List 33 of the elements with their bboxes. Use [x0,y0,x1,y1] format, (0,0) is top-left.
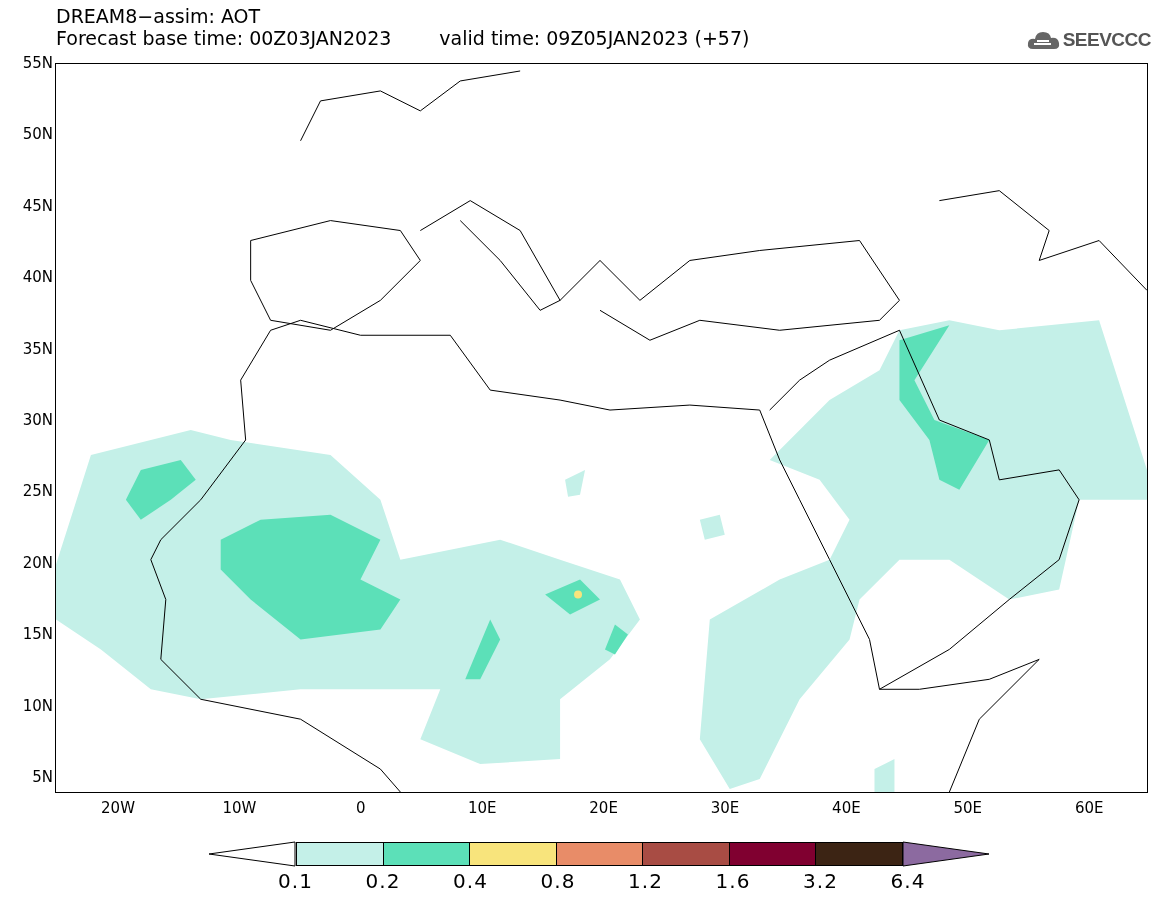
legend-label: 1.2 [627,869,664,893]
latitude-label: 45N [22,196,53,215]
longitude-label: 20E [589,799,618,817]
longitude-label: 40E [832,799,861,817]
latitude-label: 5N [32,767,53,786]
legend-label: 3.2 [802,869,839,893]
longitude-label: 0 [356,799,366,817]
longitude-label: 20W [101,799,135,817]
valid-time: valid time: 09Z05JAN2023 (+57) [439,27,750,49]
legend-label: 0.4 [452,869,489,893]
latitude-label: 30N [22,410,53,429]
legend-label: 1.6 [714,869,752,893]
latitude-label: 40N [22,268,53,287]
latitude-label: 15N [22,625,53,644]
forecast-base-time: Forecast base time: 00Z03JAN2023 [56,27,392,49]
latitude-label: 50N [22,125,53,144]
cloud-icon [1026,29,1061,51]
latitude-label: 35N [22,339,53,358]
latitude-label: 20N [22,553,53,572]
longitude-label: 50E [953,799,983,817]
longitude-label: 30E [710,799,740,817]
latitude-label: 10N [22,696,53,715]
longitude-label: 10W [222,799,257,817]
map-title: DREAM8−assim: AOT [56,5,262,27]
logo-text: SEEVCCC [1062,29,1151,51]
legend-label: 6.4 [889,869,927,893]
legend-label: 0.2 [364,869,402,893]
legend-label: 0.1 [277,869,314,893]
latitude-label: 25N [22,482,53,501]
legend-label: 0.8 [539,869,577,893]
latitude-label: 55N [22,54,53,72]
longitude-label: 10E [467,799,497,817]
longitude-label: 60E [1074,799,1104,817]
